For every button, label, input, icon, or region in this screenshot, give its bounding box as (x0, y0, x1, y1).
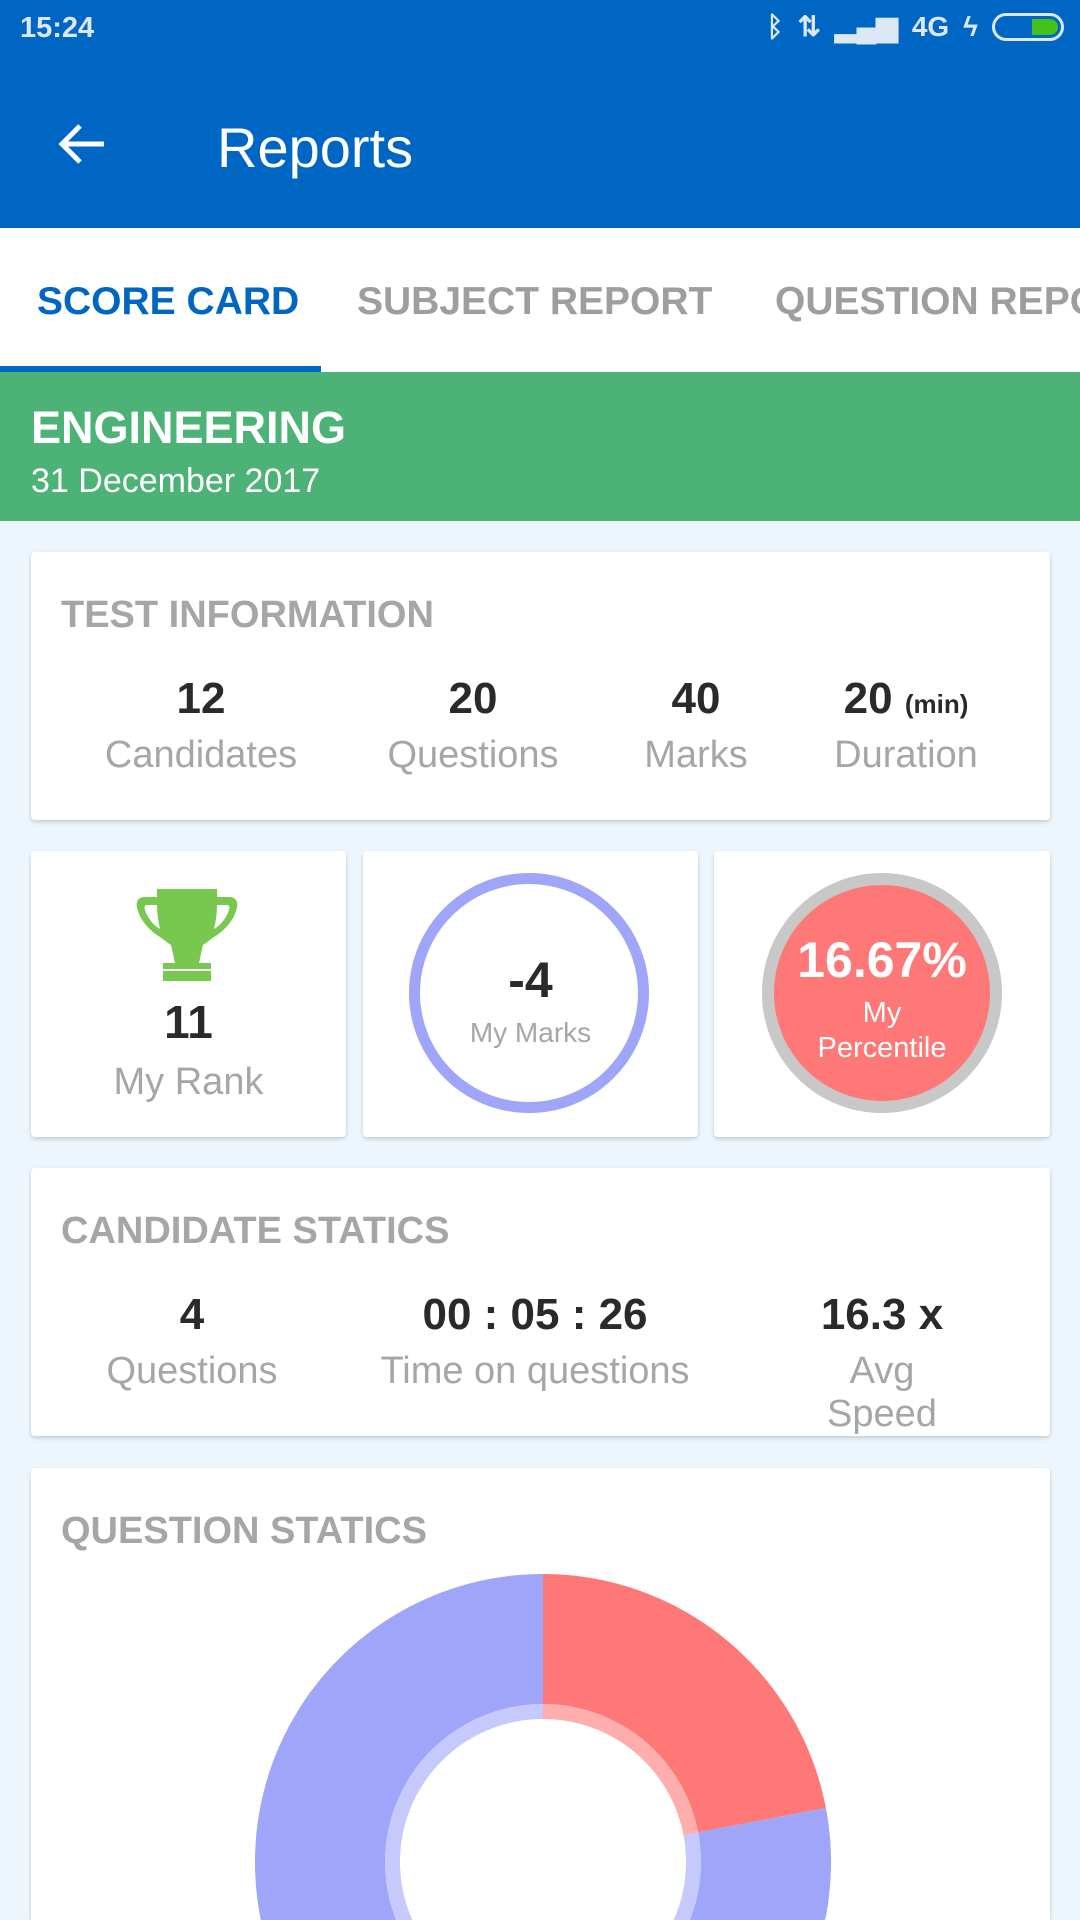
network-type: 4G (911, 10, 950, 42)
percentile-label-2: Percentile (817, 1032, 947, 1064)
percentile-label-1: My (862, 997, 902, 1029)
question-donut-chart (255, 1574, 831, 1920)
exam-banner: ENGINEERING 31 December 2017 (0, 372, 1080, 521)
signal-icon: ▂▄▆ (834, 11, 898, 42)
trophy-icon (136, 889, 238, 981)
exam-title: ENGINEERING (31, 402, 347, 453)
percentile-card: 16.67% My Percentile (714, 851, 1050, 1137)
app-bar: 15:24 ᛒ ⇅ ▂▄▆ 4G ϟ Reports (0, 0, 1080, 228)
stat-marks: 40 Marks (644, 674, 748, 776)
tab-subject-report[interactable]: SUBJECT REPORT (357, 280, 712, 324)
stat-duration: 20 (min) Duration (834, 674, 978, 776)
stat-time-on-questions: 00 : 05 : 26 Time on questions (380, 1290, 690, 1392)
exam-date: 31 December 2017 (31, 462, 321, 500)
question-statics-card: QUESTION STATICS (31, 1468, 1050, 1920)
status-icons: ᛒ ⇅ ▂▄▆ 4G ϟ (767, 10, 1064, 43)
marks-card: -4 My Marks (363, 851, 698, 1137)
stat-questions-attempted: 4 Questions (106, 1290, 278, 1392)
tab-question-report[interactable]: QUESTION REPORT (775, 280, 1080, 324)
stat-candidates: 12 Candidates (104, 674, 298, 776)
card-title: CANDIDATE STATICS (61, 1210, 450, 1252)
percentile-value: 16.67% (797, 932, 967, 988)
candidate-statics-card: CANDIDATE STATICS 4 Questions 00 : 05 : 2… (31, 1168, 1050, 1436)
data-transfer-icon: ⇅ (797, 11, 821, 42)
rank-card: 11 My Rank (31, 851, 346, 1137)
percentile-circle (762, 873, 1002, 1113)
battery-icon (992, 12, 1064, 41)
tab-bar: SCORE CARD SUBJECT REPORT QUESTION REPOR… (0, 228, 1080, 372)
page-title: Reports (217, 116, 414, 179)
bluetooth-icon: ᛒ (766, 10, 784, 42)
rank-value: 11 (164, 996, 213, 1048)
marks-value: -4 (508, 952, 553, 1008)
charging-icon: ϟ (963, 10, 978, 42)
marks-label: My Marks (469, 1017, 592, 1048)
status-time: 15:24 (20, 12, 95, 44)
tab-score-card[interactable]: SCORE CARD (37, 280, 299, 324)
stat-questions: 20 Questions (387, 674, 559, 776)
card-title: TEST INFORMATION (61, 594, 434, 636)
arrow-left-icon[interactable] (56, 118, 108, 170)
stat-avg-speed: 16.3 x Avg Speed (820, 1290, 944, 1435)
rank-label: My Rank (113, 1061, 264, 1103)
test-information-card: TEST INFORMATION 12 Candidates 20 Question… (31, 552, 1050, 820)
